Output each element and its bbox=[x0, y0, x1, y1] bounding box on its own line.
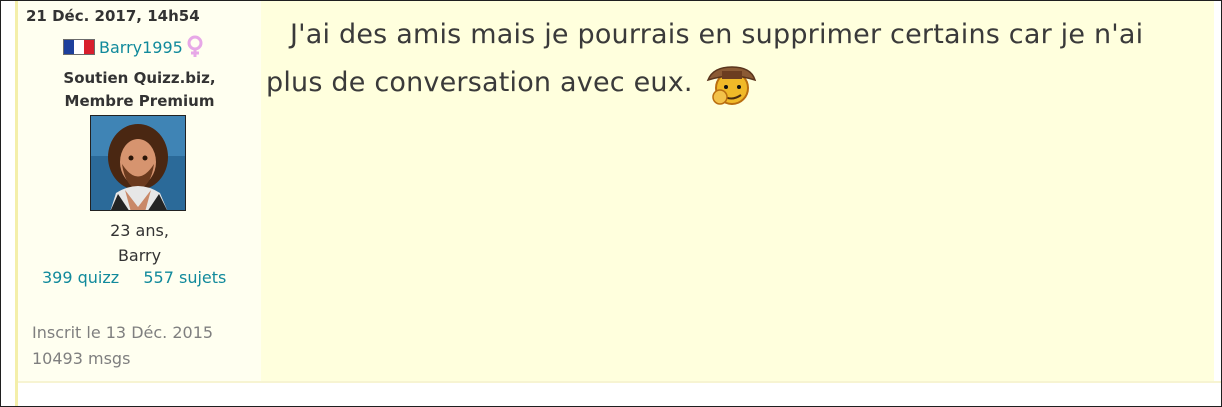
quizz-count-link[interactable]: 399 quizz bbox=[42, 268, 119, 287]
message-count: 10493 msgs bbox=[32, 349, 131, 368]
author-meta: Inscrit le 13 Déc. 2015 10493 msgs bbox=[32, 320, 213, 372]
avatar-portrait-image bbox=[91, 116, 185, 210]
post-date: 21 Déc. 2017, 14h54 bbox=[26, 7, 200, 25]
author-username-link[interactable]: Barry1995 bbox=[99, 38, 183, 57]
post-message: J'ai des amis mais je pourrais en suppri… bbox=[266, 11, 1206, 107]
status-line-2: Membre Premium bbox=[64, 92, 215, 110]
author-stats-links: 399 quizz 557 sujets bbox=[42, 268, 226, 287]
author-status: Soutien Quizz.biz, Membre Premium bbox=[18, 67, 261, 113]
author-age: 23 ans, bbox=[110, 221, 169, 240]
author-profile-panel: 21 Déc. 2017, 14h54 Barry1995 Soutien Qu… bbox=[18, 1, 261, 381]
forum-post: 21 Déc. 2017, 14h54 Barry1995 Soutien Qu… bbox=[0, 0, 1222, 407]
author-first-name: Barry bbox=[117, 246, 162, 265]
female-symbol-icon bbox=[187, 35, 203, 57]
post-bottom-border bbox=[18, 381, 1221, 383]
detective-smiley-icon bbox=[706, 65, 756, 105]
topics-count-link[interactable]: 557 sujets bbox=[143, 268, 226, 287]
author-line: Barry1995 bbox=[63, 35, 204, 58]
author-age-name: 23 ans, Barry bbox=[18, 218, 261, 268]
status-line-1: Soutien Quizz.biz, bbox=[63, 69, 216, 87]
join-date: Inscrit le 13 Déc. 2015 bbox=[32, 323, 214, 342]
author-avatar[interactable] bbox=[90, 115, 186, 211]
france-flag-icon bbox=[63, 39, 95, 55]
